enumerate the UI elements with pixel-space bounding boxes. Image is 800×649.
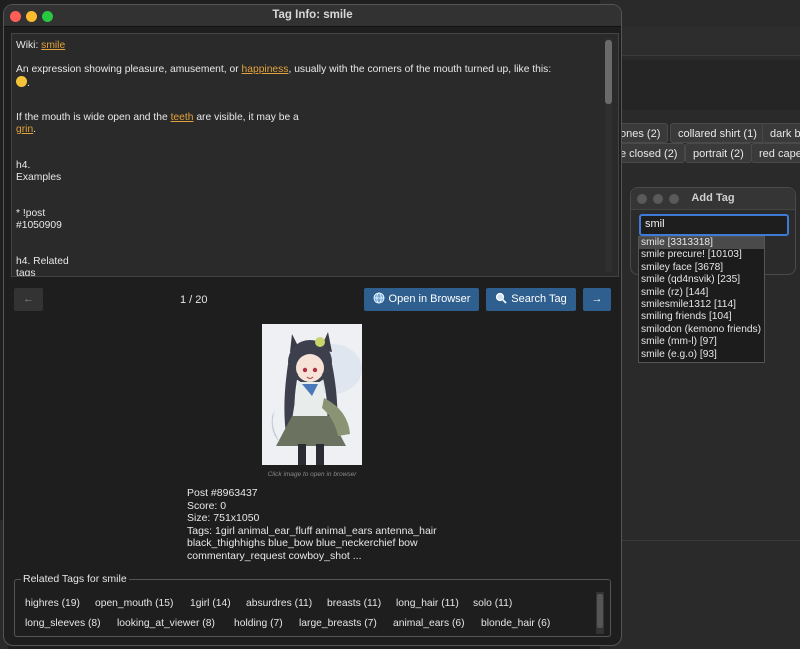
autocomplete-dropdown: smile [3313318] smile precure! [10103] s… — [638, 236, 765, 363]
bg-tag-chip[interactable]: e closed (2) — [612, 143, 686, 163]
suggestion-item[interactable]: smile precure! [10103] — [639, 249, 764, 261]
bg-tag-chip[interactable]: portrait (2) — [685, 143, 752, 163]
wiki-text: h4. — [16, 160, 31, 171]
open-in-browser-button[interactable]: Open in Browser — [364, 288, 479, 311]
related-tag[interactable]: breasts (11) — [327, 598, 381, 609]
related-tag[interactable]: highres (19) — [25, 598, 80, 609]
suggestion-item[interactable]: smilodon (kemono friends) [ — [639, 324, 764, 336]
search-tag-button[interactable]: Search Tag — [486, 288, 576, 311]
wiki-header: Wiki: smile — [16, 40, 66, 51]
related-tag[interactable]: blonde_hair (6) — [481, 618, 550, 629]
add-tag-titlebar: Add Tag — [631, 188, 795, 210]
arrow-left-icon: ← — [23, 293, 34, 305]
tag-search-input[interactable]: smil — [639, 214, 789, 236]
related-tag[interactable]: holding (7) — [234, 618, 283, 629]
image-caption: Click image to open in browser — [267, 471, 357, 478]
related-tag[interactable]: large_breasts (7) — [299, 618, 377, 629]
related-tag[interactable]: absurdres (11) — [246, 598, 312, 609]
happiness-link[interactable]: happiness — [242, 64, 289, 75]
wiki-text: #1050909 — [16, 220, 62, 231]
wiki-teeth-line: If the mouth is wide open and the teeth … — [16, 112, 299, 123]
post-info: Post #8963437 Score: 0 Size: 751x1050 Ta… — [187, 487, 437, 562]
bg-tag-chip[interactable]: red cape — [751, 143, 800, 163]
background-panel — [620, 60, 800, 110]
related-tags-label: Related Tags for smile — [21, 573, 129, 585]
globe-icon — [373, 292, 384, 304]
background-toolbar — [620, 26, 800, 56]
wiki-tag-link[interactable]: smile — [41, 40, 65, 51]
wiki-description: An expression showing pleasure, amusemen… — [16, 64, 552, 75]
arrow-right-icon: → — [591, 293, 603, 305]
related-tag[interactable]: looking_at_viewer (8) — [117, 618, 215, 629]
tag-info-window: Tag Info: smile Wiki: smile An expressio… — [3, 4, 622, 646]
grin-link[interactable]: grin — [16, 124, 33, 135]
suggestion-item[interactable]: smile (rz) [144] — [639, 287, 764, 299]
related-tag[interactable]: long_sleeves (8) — [25, 618, 101, 629]
suggestion-item[interactable]: smile (mm-l) [97] — [639, 336, 764, 348]
suggestion-item[interactable]: smilesmile1312 [114] — [639, 299, 764, 311]
add-tag-title: Add Tag — [691, 192, 735, 204]
anime-girl-illustration — [262, 324, 362, 465]
post-tags: Tags: 1girl animal_ear_fluff animal_ears… — [187, 524, 437, 537]
bg-tag-chip[interactable]: dark ba — [762, 123, 800, 143]
teeth-link[interactable]: teeth — [171, 112, 194, 123]
search-icon — [496, 292, 507, 304]
post-score: Score: 0 — [187, 499, 227, 512]
post-id: Post #8963437 — [187, 487, 258, 499]
previous-button[interactable]: ← — [14, 288, 43, 311]
window-titlebar: Tag Info: smile — [4, 5, 621, 27]
suggestion-item[interactable]: smile (e.g.o) [93] — [639, 349, 764, 361]
wiki-text: Examples — [16, 172, 62, 183]
suggestion-item[interactable]: smile [3313318] — [639, 237, 764, 250]
bg-tag-chip[interactable]: collared shirt (1) — [670, 123, 765, 143]
post-thumbnail-image[interactable] — [262, 324, 362, 465]
next-button[interactable]: → — [583, 288, 611, 311]
related-tag[interactable]: long_hair (11) — [396, 598, 459, 609]
post-tags: black_thighhighs blue_bow blue_neckerchi… — [187, 537, 418, 549]
related-tags-group: Related Tags for smile highres (19) open… — [14, 573, 611, 637]
wiki-text-area[interactable]: Wiki: smile An expression showing pleasu… — [11, 33, 619, 277]
related-tag[interactable]: solo (11) — [473, 598, 512, 609]
related-tag[interactable]: 1girl (14) — [190, 598, 231, 609]
wiki-text: h4. Related — [16, 256, 69, 267]
background-bottom-panel — [620, 540, 800, 649]
window-title: Tag Info: smile — [272, 9, 353, 21]
related-scroll-thumb[interactable] — [597, 594, 603, 628]
post-size: Size: 751x1050 — [187, 512, 260, 524]
wiki-text: tags — [16, 268, 36, 277]
page-counter: 1 / 20 — [180, 294, 208, 306]
suggestion-item[interactable]: smiling friends [104] — [639, 311, 764, 323]
suggestion-item[interactable]: smiley face [3678] — [639, 262, 764, 274]
related-tag[interactable]: animal_ears (6) — [393, 618, 465, 629]
suggestion-item[interactable]: smile (qd4nsvik) [235] — [639, 274, 764, 286]
smile-emoji-icon — [16, 76, 27, 87]
wiki-text: * !post — [16, 208, 46, 219]
related-tag[interactable]: open_mouth (15) — [95, 598, 173, 609]
wiki-scroll-thumb[interactable] — [605, 40, 612, 104]
post-tags: commentary_request cowboy_shot ... — [187, 549, 362, 562]
related-tags-scrollbar[interactable] — [596, 592, 604, 634]
